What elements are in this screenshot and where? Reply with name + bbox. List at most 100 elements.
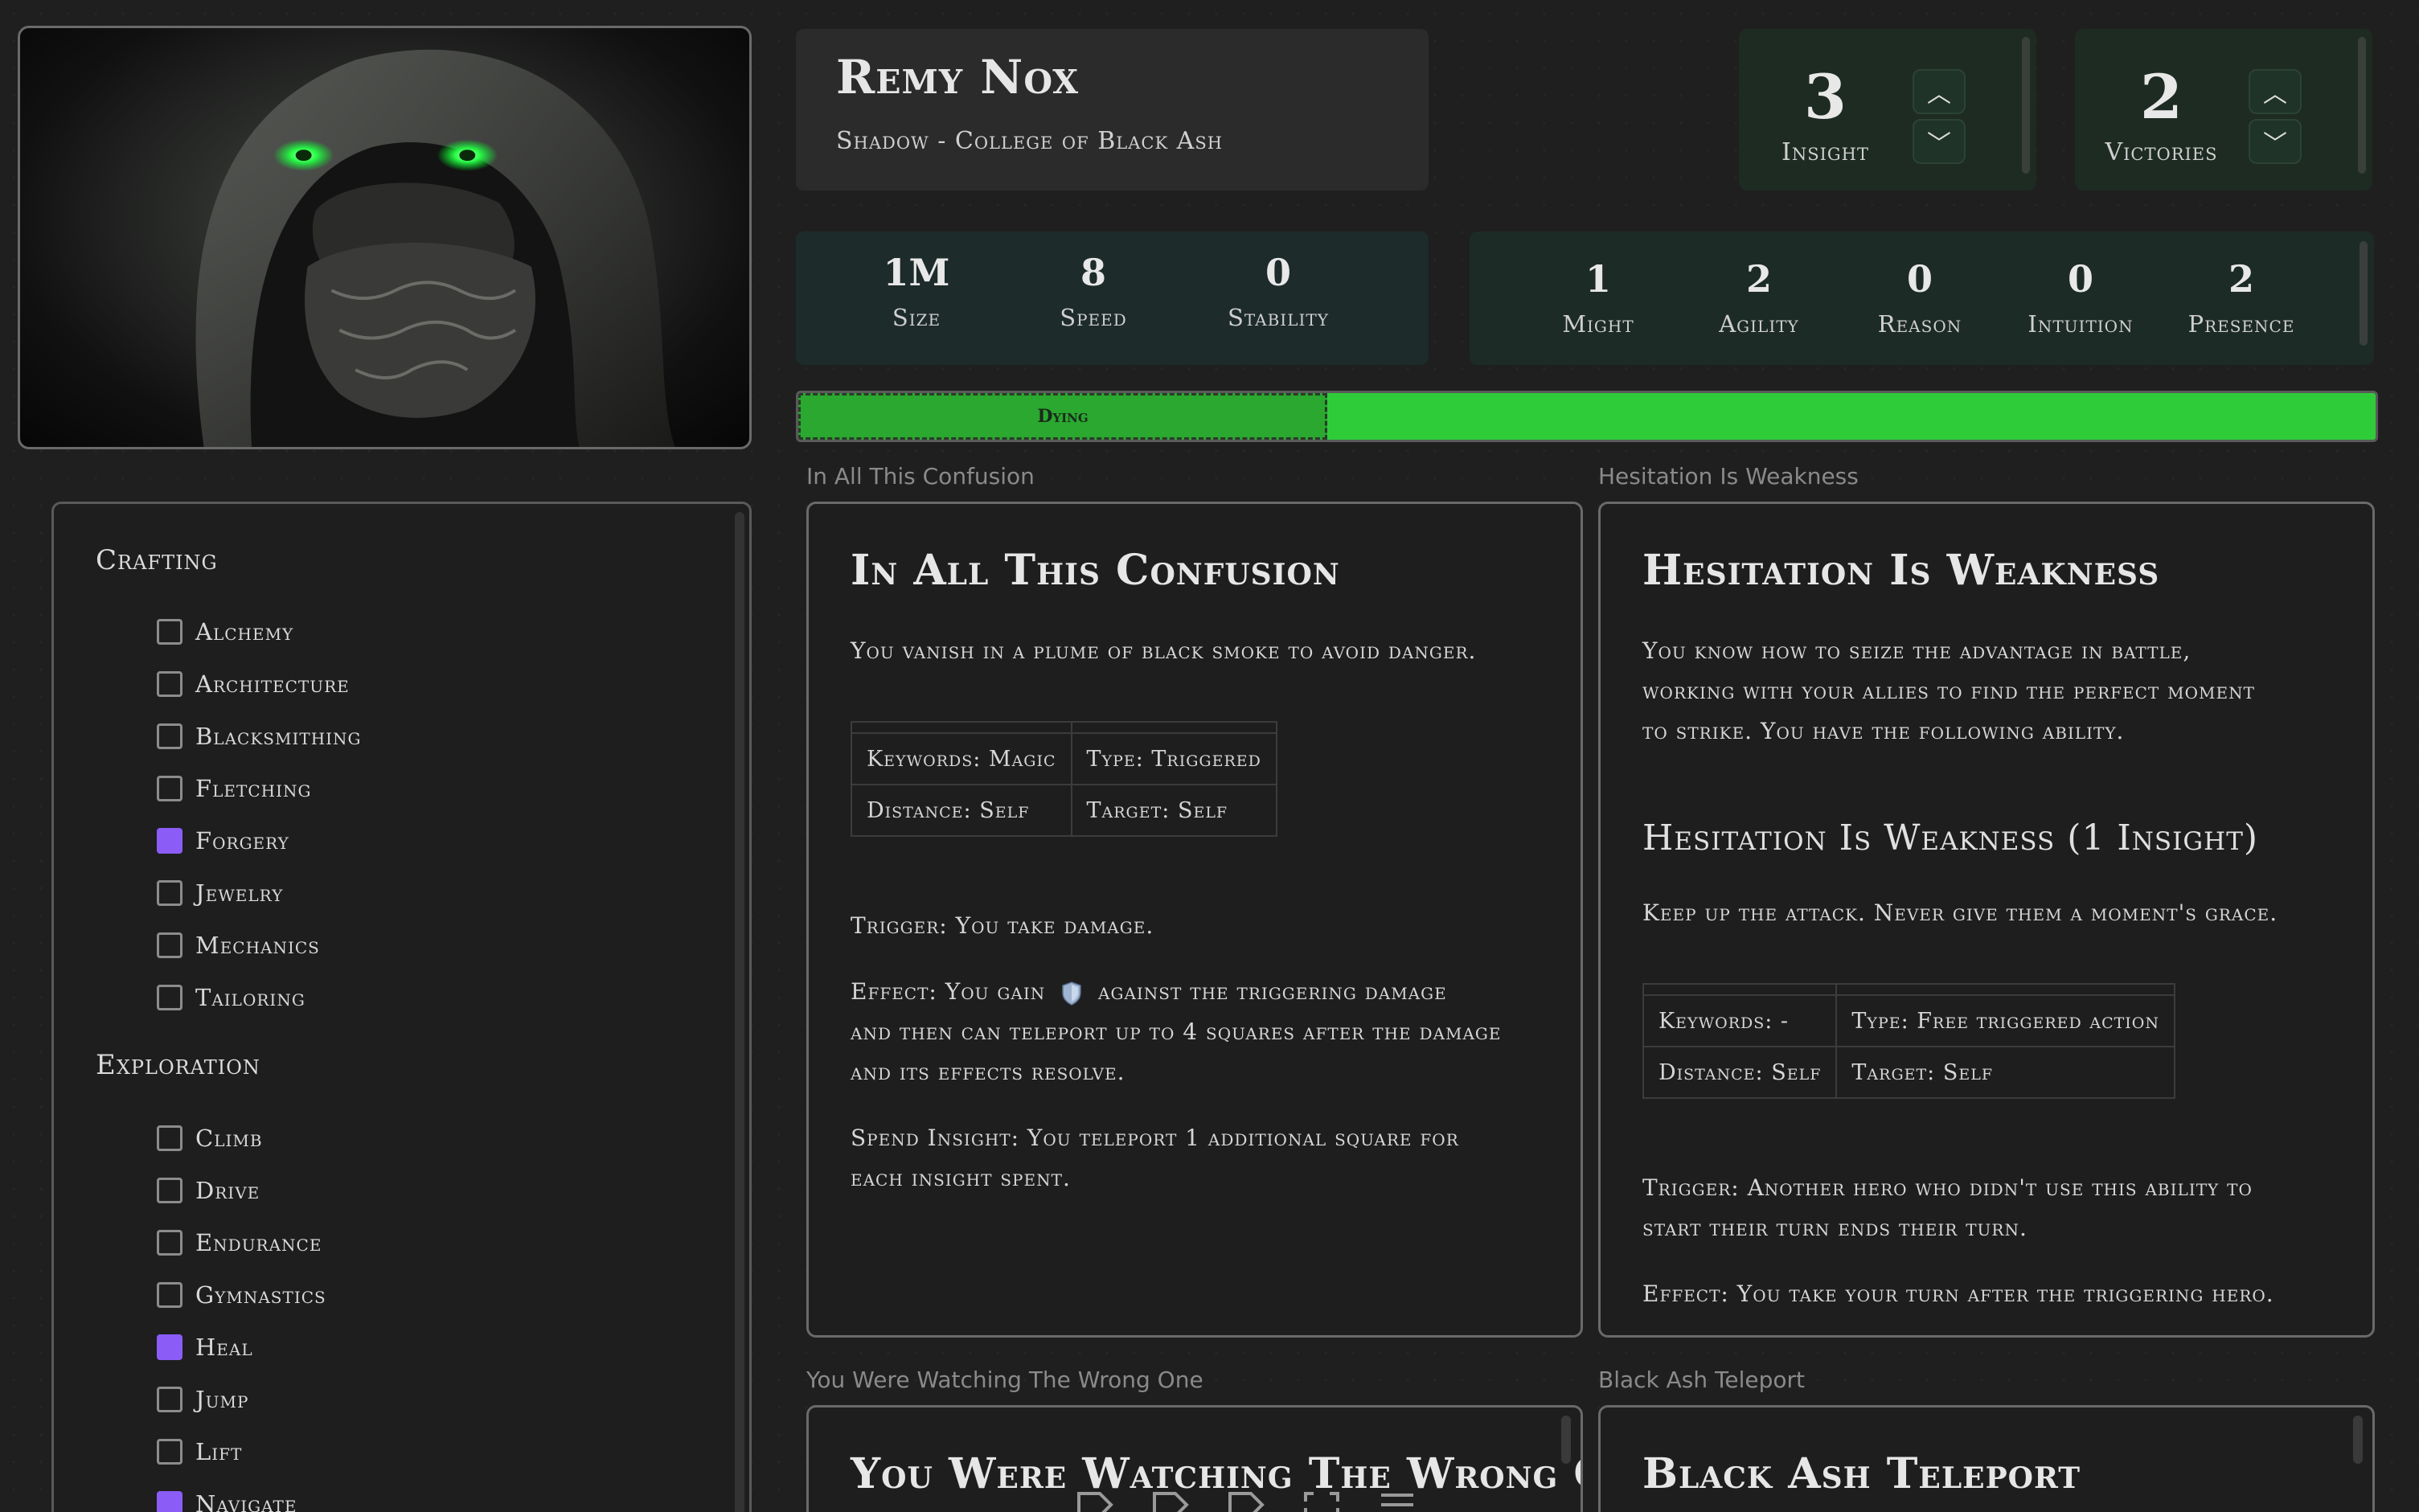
ability-card-black-ash-teleport[interactable]: Black Ash Teleport — [1598, 1405, 2375, 1512]
skill-label: Heal — [195, 1334, 253, 1361]
skill-blacksmithing[interactable]: Blacksmithing — [157, 723, 362, 750]
skill-heal[interactable]: Heal — [157, 1334, 253, 1361]
reason-value: 0 — [1906, 257, 1933, 301]
skill-checkbox[interactable] — [157, 932, 182, 958]
chevron-up-icon: ︿ — [1927, 80, 1951, 109]
tag-icon[interactable] — [1076, 1489, 1114, 1512]
skill-label: Alchemy — [195, 618, 294, 645]
presence-value: 2 — [2228, 257, 2254, 301]
skill-checkbox[interactable] — [157, 671, 182, 697]
card-title: Black Ash Teleport — [1642, 1449, 2081, 1498]
skill-gymnastics[interactable]: Gymnastics — [157, 1281, 326, 1309]
skill-lift[interactable]: Lift — [157, 1438, 242, 1465]
card-title: In All This Confusion — [851, 546, 1340, 595]
skill-endurance[interactable]: Endurance — [157, 1229, 322, 1256]
skill-checkbox[interactable] — [157, 776, 182, 801]
skill-group-crafting: Crafting — [96, 544, 218, 576]
ability-card-in-all-this-confusion[interactable]: In All This Confusion You vanish in a pl… — [806, 502, 1583, 1338]
ability-trigger: Trigger: Another hero who didn't use thi… — [1642, 1168, 2253, 1248]
insight-decrement-button[interactable]: ﹀ — [1913, 119, 1966, 164]
skill-alchemy[interactable]: Alchemy — [157, 618, 293, 645]
core-stats-panel: 1M Size 8 Speed 0 Stability — [796, 232, 1429, 365]
characteristic-might: 1 Might — [1534, 257, 1663, 338]
menu-icon[interactable] — [1378, 1489, 1417, 1512]
skill-checkbox[interactable] — [157, 1439, 182, 1465]
reason-label: Reason — [1877, 310, 1962, 338]
skill-label: Jewelry — [195, 879, 284, 907]
character-portrait — [18, 26, 752, 449]
description-text: to strike. You have the following abilit… — [1642, 718, 2125, 744]
victories-scrollbar[interactable] — [2358, 37, 2366, 174]
effect-text: Effect: You gain — [851, 978, 1046, 1005]
victories-counter: 2 Victories ︿ ﹀ — [2075, 29, 2372, 191]
card-caption: Hesitation Is Weakness — [1598, 463, 1859, 490]
stat-speed-value: 8 — [1080, 251, 1106, 294]
skill-checkbox[interactable] — [157, 1125, 182, 1151]
skill-label: Drive — [195, 1177, 260, 1204]
skill-label: Architecture — [195, 670, 350, 698]
ability-trigger: Trigger: You take damage. — [851, 912, 1154, 939]
skill-checkbox-checked[interactable] — [157, 828, 182, 854]
intuition-label: Intuition — [2027, 310, 2134, 338]
expand-icon[interactable] — [1302, 1489, 1341, 1512]
skill-jewelry[interactable]: Jewelry — [157, 879, 283, 907]
card-caption: You Were Watching The Wrong One — [806, 1367, 1203, 1393]
intuition-value: 0 — [2067, 257, 2093, 301]
skill-forgery[interactable]: Forgery — [157, 827, 289, 854]
stat-size: 1M Size — [852, 251, 981, 331]
skill-checkbox[interactable] — [157, 880, 182, 906]
ability-card-hesitation-is-weakness[interactable]: Hesitation Is Weakness You know how to s… — [1598, 502, 2375, 1338]
ability-target: Target: Self — [1835, 1046, 2175, 1099]
skill-drive[interactable]: Drive — [157, 1177, 260, 1204]
stamina-bar[interactable]: Dying — [796, 391, 2378, 442]
ability-distance: Distance: Self — [851, 784, 1072, 837]
skill-checkbox-checked[interactable] — [157, 1491, 182, 1512]
agility-value: 2 — [1745, 257, 1772, 301]
might-label: Might — [1562, 310, 1634, 338]
skill-checkbox[interactable] — [157, 619, 182, 645]
skill-tailoring[interactable]: Tailoring — [157, 984, 305, 1011]
insight-scrollbar[interactable] — [2022, 37, 2030, 174]
skill-checkbox[interactable] — [157, 985, 182, 1010]
skill-checkbox[interactable] — [157, 1178, 182, 1203]
skill-checkbox[interactable] — [157, 723, 182, 749]
characteristics-scrollbar[interactable] — [2360, 241, 2368, 346]
description-text: working with your allies to find the per… — [1642, 678, 2255, 704]
skill-mechanics[interactable]: Mechanics — [157, 932, 320, 959]
stat-size-label: Size — [892, 304, 941, 331]
ability-effect: Effect: You take your turn after the tri… — [1642, 1280, 2274, 1307]
card-title: Hesitation Is Weakness — [1642, 546, 2160, 595]
ability-type: Type: Triggered — [1070, 732, 1277, 785]
victories-value: 2 — [2140, 61, 2183, 133]
chevron-down-icon: ﹀ — [1927, 130, 1951, 158]
dying-threshold: Dying — [798, 393, 1327, 440]
skill-checkbox[interactable] — [157, 1230, 182, 1256]
skill-label: Blacksmithing — [195, 723, 362, 750]
tag-icon[interactable] — [1151, 1489, 1190, 1512]
victories-decrement-button[interactable]: ﹀ — [2249, 119, 2302, 164]
trigger-text: start their turn ends their turn. — [1642, 1215, 2027, 1241]
skill-label: Tailoring — [195, 984, 305, 1011]
skill-navigate[interactable]: Navigate — [157, 1490, 297, 1512]
insight-increment-button[interactable]: ︿ — [1913, 69, 1966, 114]
characteristic-agility: 2 Agility — [1695, 257, 1823, 338]
skill-checkbox[interactable] — [157, 1282, 182, 1308]
stat-speed: 8 Speed — [1029, 251, 1158, 331]
skill-group-exploration: Exploration — [96, 1049, 260, 1081]
skill-fletching[interactable]: Fletching — [157, 775, 311, 802]
ability-spend: Spend Insight: You teleport 1 additional… — [851, 1118, 1459, 1199]
card-scrollbar[interactable] — [2353, 1416, 2363, 1464]
victories-increment-button[interactable]: ︿ — [2249, 69, 2302, 114]
ability-type: Type: Free triggered action — [1835, 994, 2175, 1047]
tag-icon[interactable] — [1227, 1489, 1265, 1512]
card-scrollbar[interactable] — [1561, 1416, 1571, 1464]
skills-scrollbar[interactable] — [735, 512, 744, 1512]
skill-checkbox[interactable] — [157, 1387, 182, 1412]
skill-jump[interactable]: Jump — [157, 1386, 248, 1413]
skill-climb[interactable]: Climb — [157, 1125, 263, 1152]
skills-panel: Crafting Alchemy Architecture Blacksmith… — [51, 502, 752, 1512]
skill-architecture[interactable]: Architecture — [157, 670, 350, 698]
skill-checkbox-checked[interactable] — [157, 1334, 182, 1360]
ability-flavor: Keep up the attack. Never give them a mo… — [1642, 899, 2278, 926]
stat-stability-label: Stability — [1228, 304, 1329, 331]
